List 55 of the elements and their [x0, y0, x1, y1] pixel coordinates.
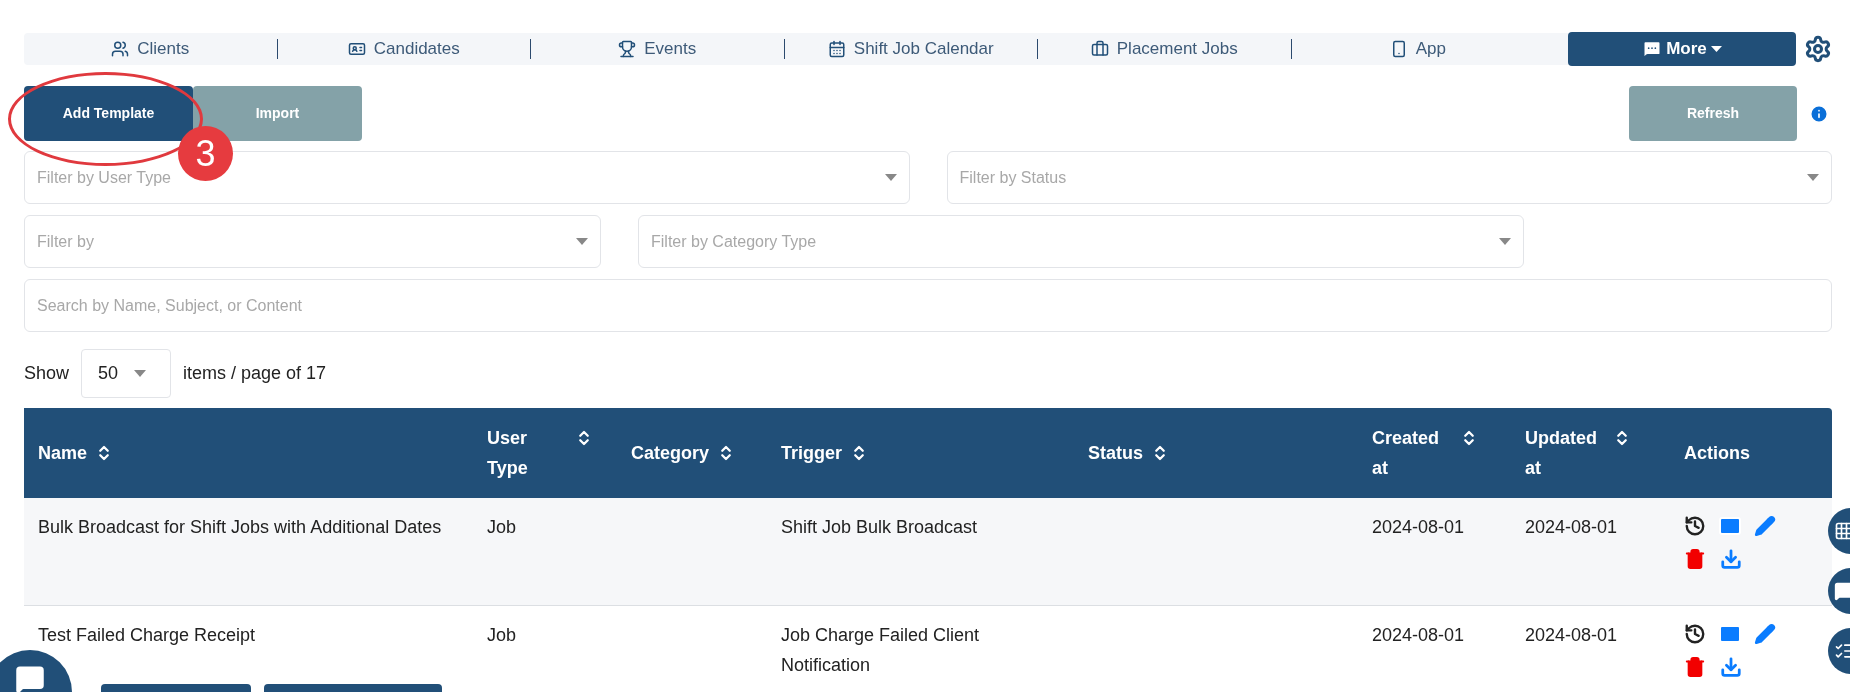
column-header[interactable]: Created at	[1372, 423, 1478, 483]
id-card-icon	[347, 40, 366, 58]
dropdown-caret-icon	[134, 370, 147, 377]
dropdown-caret-icon	[576, 238, 588, 245]
table-cell: 2024-08-01	[1525, 517, 1618, 537]
caret-icon	[1710, 46, 1722, 52]
delete-icon[interactable]	[1684, 548, 1706, 570]
dropdown-caret-icon	[884, 174, 897, 181]
column-header[interactable]: Updated at	[1525, 423, 1631, 483]
column-header: Actions	[1684, 442, 1750, 465]
briefcase-icon	[1090, 40, 1109, 58]
table-cell: Bulk Broadcast for Shift Jobs with Additional Dates	[38, 517, 442, 537]
column-header[interactable]: Status	[1088, 438, 1169, 468]
show-label: Show	[24, 362, 70, 385]
column-header[interactable]: User Type	[487, 423, 593, 483]
column-header[interactable]: Name	[38, 438, 114, 468]
table-cell: Job Charge Failed Client Notification	[781, 625, 980, 675]
column-header[interactable]: Category	[631, 438, 736, 468]
people-icon	[111, 40, 130, 58]
nav-tab[interactable]: Placement Jobs	[1038, 33, 1291, 65]
nav-tab[interactable]: Events	[531, 33, 784, 65]
nav-tab[interactable]: Candidates	[277, 33, 530, 65]
download-icon[interactable]	[1720, 656, 1742, 678]
table-cell: Test Failed Charge Receipt	[38, 625, 256, 645]
checklist-icon	[1834, 641, 1850, 661]
table-cell: 2024-08-01	[1525, 625, 1618, 645]
edit-icon[interactable]	[1754, 515, 1776, 537]
chat-icon	[1834, 581, 1850, 601]
nav-tab[interactable]: App	[1291, 33, 1544, 65]
info-icon[interactable]	[1809, 103, 1829, 124]
grid-icon	[1834, 521, 1850, 541]
page-size-dropdown[interactable]: 50	[81, 349, 172, 398]
table-cell: 2024-08-01	[1372, 517, 1465, 537]
dropdown-caret-icon	[1499, 238, 1511, 245]
trophy-icon	[618, 40, 637, 58]
edit-icon[interactable]	[1754, 623, 1776, 645]
table-cell: 2024-08-01	[1372, 625, 1465, 645]
history-icon[interactable]	[1684, 515, 1706, 537]
search-field[interactable]: Search by Name, Subject, or Content	[24, 279, 1832, 332]
calendar-icon	[827, 40, 846, 58]
settings-icon[interactable]	[1804, 35, 1832, 63]
delete-icon[interactable]	[1684, 656, 1706, 678]
history-icon[interactable]	[1684, 623, 1706, 645]
nav-tab[interactable]: Shift Job Calendar	[784, 33, 1037, 65]
dropdown-caret-icon	[1807, 174, 1819, 181]
more-button[interactable]: More	[1568, 32, 1796, 66]
add-template-button[interactable]: Add Template	[24, 86, 193, 141]
page-info: items / page of 17	[183, 362, 327, 385]
nav-tab[interactable]: Clients	[24, 33, 277, 65]
table-cell: Job	[487, 517, 517, 537]
table-cell: Shift Job Bulk Broadcast	[781, 517, 978, 537]
table-cell: Job	[487, 625, 517, 645]
download-icon[interactable]	[1720, 548, 1742, 570]
column-header[interactable]: Trigger	[781, 438, 868, 468]
chat-icon	[15, 664, 45, 692]
